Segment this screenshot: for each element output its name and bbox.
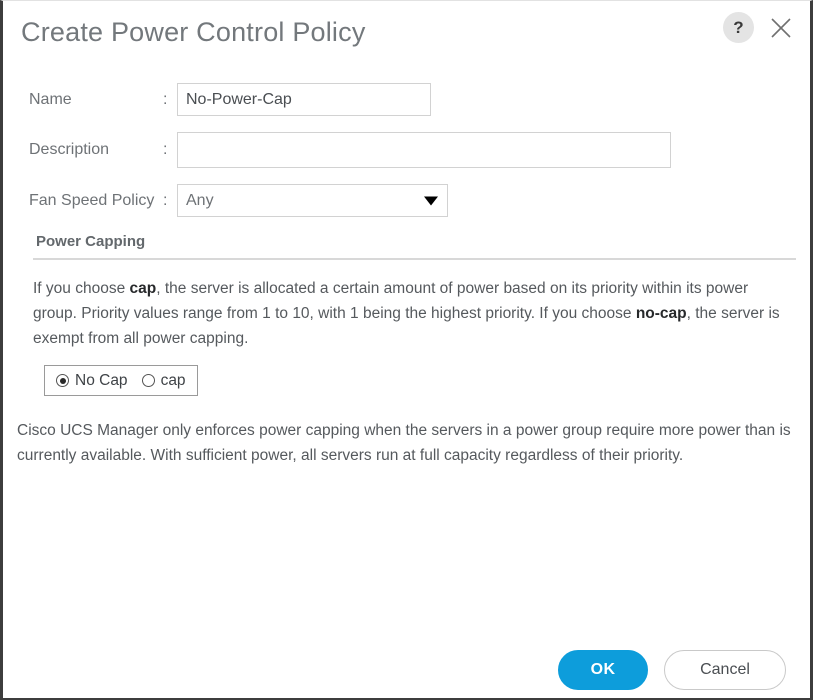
header-actions: ? [723, 12, 796, 43]
page-title: Create Power Control Policy [21, 17, 366, 48]
desc-bold-no-cap: no-cap [636, 305, 687, 322]
radio-option-no-cap[interactable]: No Cap [56, 372, 128, 390]
desc-text-1: If you choose [33, 280, 130, 297]
policy-form: Name : Description : Fan Speed Policy : … [3, 63, 810, 217]
create-power-control-policy-dialog: Create Power Control Policy ? Name : Des… [0, 0, 813, 700]
radio-option-cap[interactable]: cap [142, 372, 186, 390]
fan-speed-policy-row: Fan Speed Policy : Any [3, 184, 810, 217]
radio-icon-no-cap[interactable] [56, 374, 69, 387]
fan-speed-policy-label: Fan Speed Policy [3, 192, 163, 210]
help-icon[interactable]: ? [723, 12, 754, 43]
radio-icon-cap[interactable] [142, 374, 155, 387]
fan-speed-policy-value[interactable]: Any [177, 184, 448, 217]
name-input[interactable] [177, 83, 431, 116]
power-capping-radio-group: No Cap cap [44, 365, 198, 396]
fan-speed-policy-select[interactable]: Any [177, 184, 448, 217]
fan-speed-policy-colon: : [163, 192, 177, 210]
close-icon[interactable] [766, 13, 796, 43]
desc-bold-cap: cap [130, 280, 157, 297]
name-colon: : [163, 91, 177, 109]
description-row: Description : [3, 132, 810, 168]
name-label: Name [3, 91, 163, 109]
description-label: Description [3, 141, 163, 159]
power-capping-description: If you choose cap, the server is allocat… [33, 276, 790, 351]
power-capping-note: Cisco UCS Manager only enforces power ca… [17, 418, 792, 468]
power-capping-section-title: Power Capping [36, 233, 810, 250]
description-input[interactable] [177, 132, 671, 168]
dialog-header: Create Power Control Policy ? [3, 1, 810, 63]
radio-label-no-cap: No Cap [75, 372, 128, 390]
ok-button[interactable]: OK [558, 650, 648, 690]
dialog-footer: OK Cancel [3, 650, 810, 690]
name-row: Name : [3, 83, 810, 116]
radio-label-cap: cap [161, 372, 186, 390]
section-divider [33, 258, 796, 260]
cancel-button[interactable]: Cancel [664, 650, 786, 690]
description-colon: : [163, 141, 177, 159]
